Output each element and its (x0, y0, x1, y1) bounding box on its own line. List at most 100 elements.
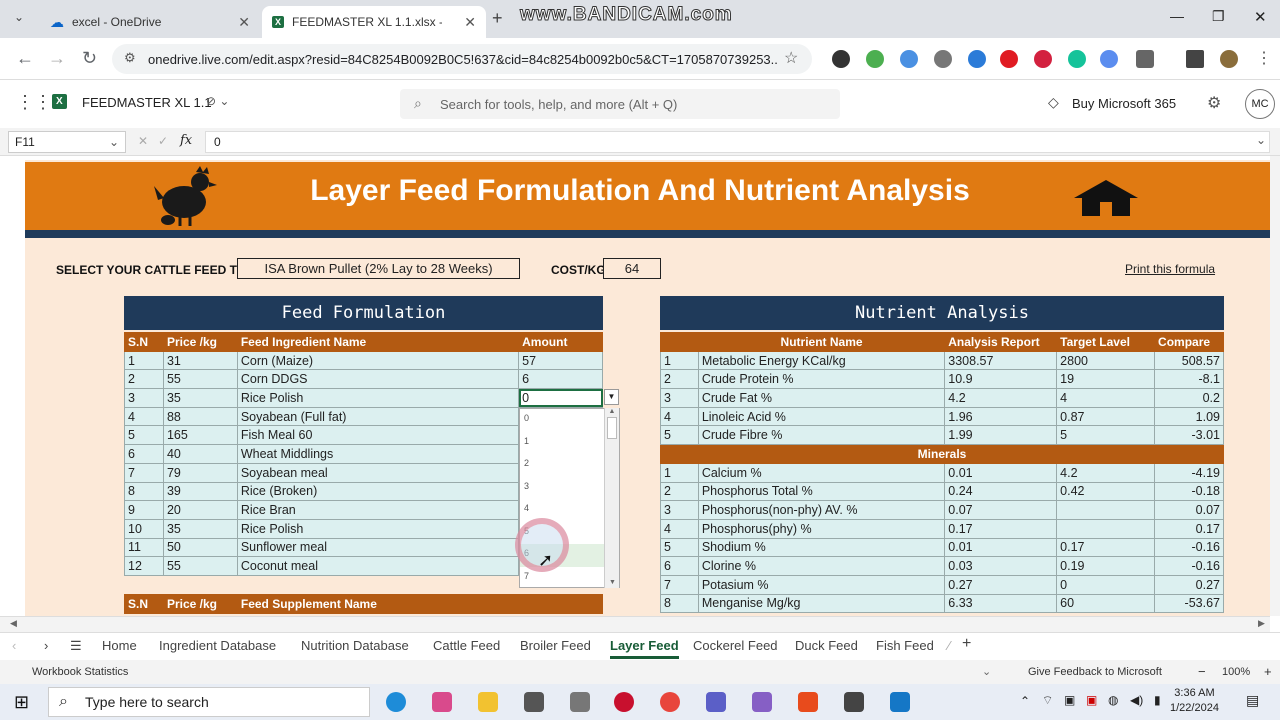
close-window-icon[interactable]: ✕ (1254, 8, 1267, 26)
avatar[interactable]: MC (1245, 89, 1275, 119)
horizontal-scrollbar[interactable]: ◀ ▶ (0, 616, 1270, 632)
tab-search-chevron-icon[interactable]: ⌄ (14, 10, 24, 24)
amount-cell[interactable]: 57 (518, 350, 603, 371)
microphone-icon[interactable]: ▮ (1154, 693, 1161, 707)
settings-gear-icon[interactable] (844, 692, 864, 712)
feed-type-select[interactable]: ISA Brown Pullet (2% Lay to 28 Weeks) (237, 258, 520, 279)
taskbar-search-input[interactable]: ⌕ Type here to search (48, 687, 370, 717)
extension-icon[interactable] (866, 50, 884, 68)
more-sheets-icon[interactable]: ⁄ (948, 638, 950, 653)
confirm-edit-icon[interactable]: ✓ (158, 134, 168, 148)
worksheet[interactable]: Layer Feed Formulation And Nutrient Anal… (0, 156, 1270, 616)
new-tab-plus-icon[interactable]: + (492, 8, 503, 29)
next-sheet-icon[interactable]: › (44, 638, 48, 653)
scroll-thumb[interactable] (607, 417, 617, 439)
extensions-puzzle-icon[interactable] (1136, 50, 1154, 68)
reload-icon[interactable]: ↻ (82, 48, 97, 69)
calculator-icon[interactable] (570, 692, 590, 712)
edge-icon[interactable] (386, 692, 406, 712)
snipping-tool-icon[interactable] (432, 692, 452, 712)
chevron-down-icon[interactable]: ⌄ (982, 665, 991, 678)
forward-arrow-icon[interactable]: → (48, 48, 66, 69)
extension-icon[interactable] (900, 50, 918, 68)
all-sheets-menu-icon[interactable]: ☰ (70, 638, 82, 654)
sidebar-icon[interactable] (1186, 50, 1204, 68)
visual-studio-icon[interactable] (752, 692, 772, 712)
insert-function-icon[interactable]: fx (180, 133, 192, 148)
grammarly-icon[interactable] (1068, 50, 1086, 68)
app-launcher-icon[interactable]: ⋮⋮ (16, 92, 52, 113)
scroll-up-icon[interactable]: ▲ (605, 408, 619, 415)
site-info-icon[interactable]: ⚙ (124, 50, 136, 66)
translate-icon[interactable] (1100, 50, 1118, 68)
extension-icon[interactable] (934, 50, 952, 68)
cell-dropdown-arrow-icon[interactable]: ▼ (604, 389, 619, 405)
add-sheet-icon[interactable]: + (962, 635, 971, 653)
scroll-down-icon[interactable]: ▼ (609, 579, 616, 586)
sheet-tab[interactable]: Broiler Feed (520, 638, 591, 653)
zoom-out-icon[interactable]: − (1198, 664, 1206, 679)
browser-menu-icon[interactable]: ⋮ (1256, 48, 1272, 68)
extension-icon[interactable] (832, 50, 850, 68)
cancel-edit-icon[interactable]: ✕ (138, 134, 148, 148)
sheet-tab[interactable]: Cockerel Feed (693, 638, 778, 653)
notifications-icon[interactable]: ▤ (1246, 692, 1259, 709)
sheet-tab[interactable]: Fish Feed (876, 638, 934, 653)
url-field[interactable]: ⚙ onedrive.live.com/edit.aspx?resid=84C8… (112, 44, 812, 74)
app-icon[interactable] (706, 692, 726, 712)
network-icon[interactable]: ◍ (1108, 693, 1118, 707)
paint-icon[interactable] (890, 692, 910, 712)
file-title[interactable]: FEEDMASTER XL 1.1 (82, 95, 212, 110)
extension-icon[interactable] (968, 50, 986, 68)
name-box[interactable]: F11 ⌄ (8, 131, 126, 153)
search-input[interactable]: ⌕ Search for tools, help, and more (Alt … (400, 89, 840, 119)
minimize-icon[interactable]: — (1170, 8, 1184, 24)
browser-tab-onedrive[interactable]: ☁ excel - OneDrive ✕ (40, 6, 260, 38)
bandicam-icon[interactable] (614, 692, 634, 712)
amount-cell[interactable]: 6 (518, 369, 603, 390)
back-arrow-icon[interactable]: ← (16, 48, 34, 69)
system-clock[interactable]: 3:36 AM 1/22/2024 (1170, 686, 1219, 716)
opera-icon[interactable] (1000, 50, 1018, 68)
zoom-level[interactable]: 100% (1222, 666, 1250, 678)
tray-chevron-icon[interactable]: ⌃ (1020, 694, 1030, 708)
windows-start-icon[interactable]: ⊞ (14, 692, 29, 713)
pinterest-icon[interactable] (1034, 50, 1052, 68)
bookmark-star-icon[interactable]: ☆ (784, 48, 798, 68)
dropdown-scrollbar[interactable]: ▲ ▼ (604, 408, 619, 588)
sheet-tab[interactable]: Nutrition Database (301, 638, 409, 653)
scroll-right-icon[interactable]: ▶ (1258, 618, 1265, 629)
sheet-tab[interactable]: Duck Feed (795, 638, 858, 653)
workbook-statistics[interactable]: Workbook Statistics (32, 666, 128, 678)
chevron-down-icon[interactable]: ⌄ (109, 135, 119, 149)
print-formula-link[interactable]: Print this formula (1125, 262, 1215, 276)
tray-icon[interactable]: ▣ (1064, 693, 1075, 707)
feedback-link[interactable]: Give Feedback to Microsoft (1028, 666, 1162, 678)
tray-icon[interactable]: ▣ (1086, 693, 1097, 707)
browser-tab-feedmaster[interactable]: X FEEDMASTER XL 1.1.xlsx - Micro ✕ (262, 6, 486, 38)
zoom-in-icon[interactable]: + (1264, 664, 1272, 679)
vertical-scrollbar[interactable] (1270, 156, 1280, 616)
sync-status-icon[interactable]: ⊘ ⌄ (206, 94, 229, 108)
wps-icon[interactable] (798, 692, 818, 712)
volume-icon[interactable]: ◀) (1130, 693, 1143, 707)
buy-microsoft-button[interactable]: Buy Microsoft 365 (1072, 96, 1176, 111)
file-explorer-icon[interactable] (478, 692, 498, 712)
sheet-tab[interactable]: Cattle Feed (433, 638, 500, 653)
close-tab-icon[interactable]: ✕ (238, 14, 250, 31)
settings-gear-icon[interactable]: ⚙ (1207, 93, 1221, 113)
prev-sheet-icon[interactable]: ‹ (12, 638, 16, 653)
sheet-tab[interactable]: Layer Feed (610, 638, 679, 659)
sheet-tab[interactable]: Home (102, 638, 137, 653)
expand-formula-icon[interactable]: ⌄ (1256, 133, 1266, 147)
sheet-tab[interactable]: Ingredient Database (159, 638, 276, 653)
close-tab-icon[interactable]: ✕ (464, 14, 476, 31)
scroll-left-icon[interactable]: ◀ (10, 618, 17, 629)
amount-cell[interactable]: 0 (518, 388, 603, 408)
camera-icon[interactable] (524, 692, 544, 712)
formula-input[interactable]: 0 (205, 131, 1270, 153)
wifi-icon[interactable]: ⌔ (1042, 693, 1053, 708)
home-icon[interactable] (1070, 178, 1142, 218)
restore-icon[interactable]: ❐ (1212, 8, 1225, 25)
chrome-icon[interactable] (660, 692, 680, 712)
